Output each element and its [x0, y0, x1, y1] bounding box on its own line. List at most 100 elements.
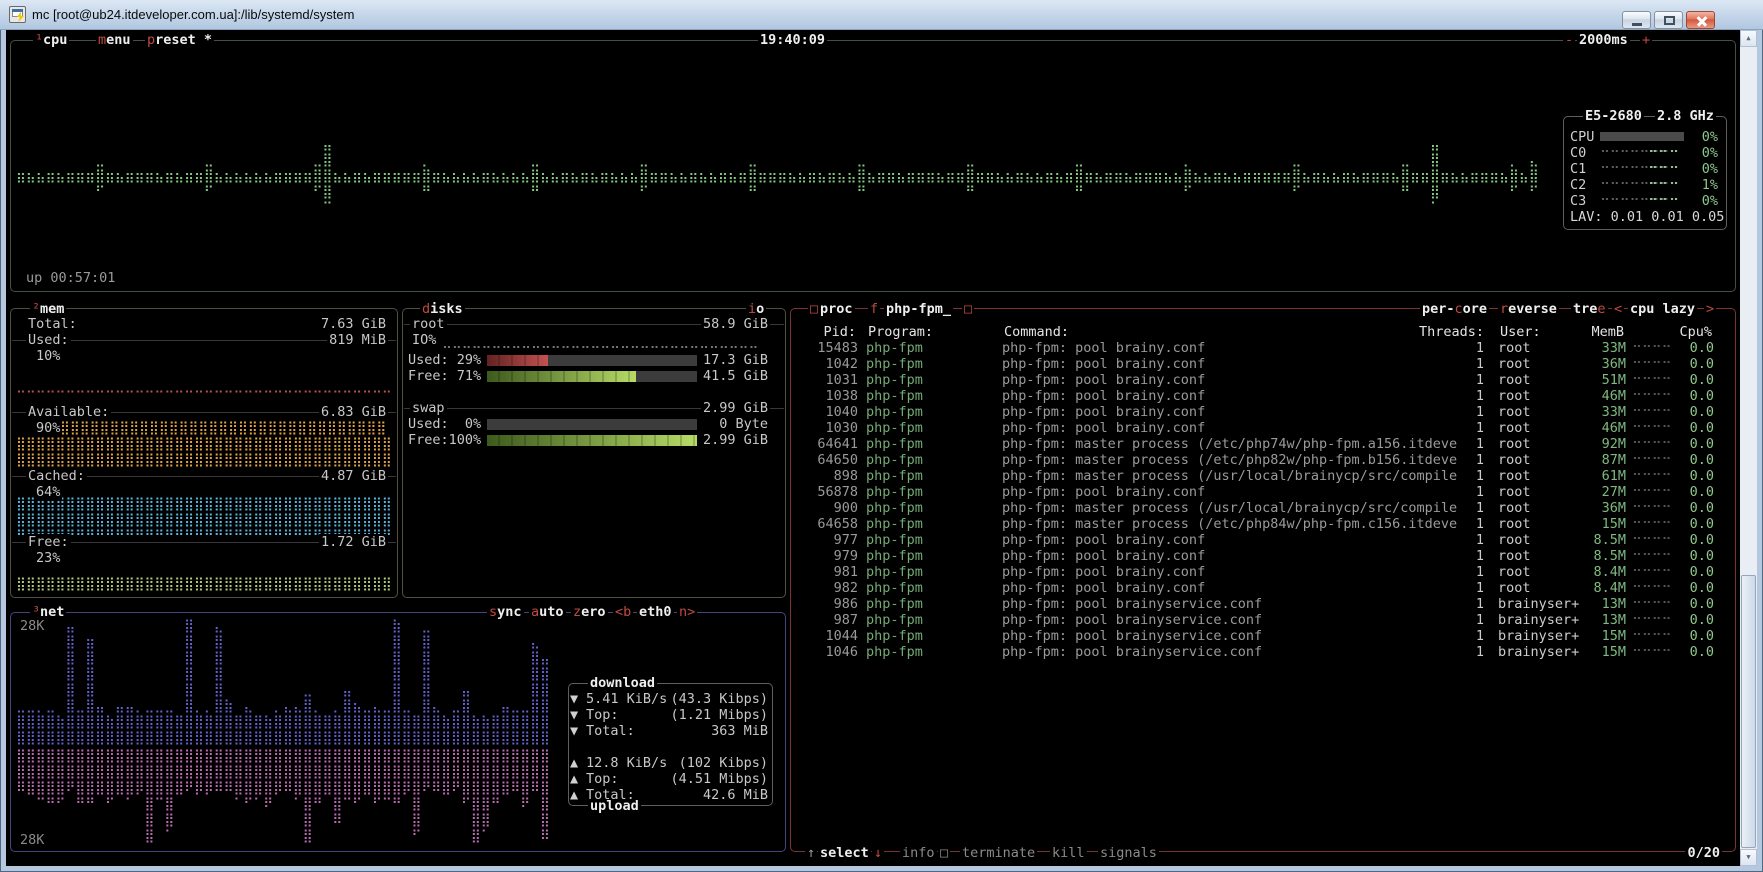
disk-size: 58.9 GiB [701, 316, 770, 332]
disk-meter-label: Used: 0% [408, 416, 481, 432]
process-mem: 92M [1602, 436, 1626, 452]
mem-stat-label: Free: [26, 534, 71, 550]
process-threads: 1 [1476, 468, 1484, 484]
process-pid: 982 [834, 580, 858, 596]
process-mem: 46M [1602, 420, 1626, 436]
net-zero-button[interactable]: zero [571, 604, 608, 620]
column-header-command[interactable]: Command: [1002, 324, 1071, 340]
preset-button[interactable]: preset * [145, 32, 214, 48]
sort-next-button[interactable]: > [1704, 301, 1716, 317]
process-user: root [1498, 500, 1531, 516]
process-mem-meter: ⠒⠒⠒⠒ [1632, 436, 1672, 452]
process-mem: 13M [1602, 612, 1626, 628]
column-header-threads[interactable]: Threads: [1417, 324, 1486, 340]
net-sync-button[interactable]: sync [487, 604, 524, 620]
process-threads: 1 [1476, 628, 1484, 644]
process-mem-meter: ⠒⠒⠒⠒ [1632, 532, 1672, 548]
column-header-user[interactable]: User: [1498, 324, 1543, 340]
scrollbar-up-arrow[interactable]: ▲ [1740, 30, 1757, 47]
disks-box-title: disks [420, 301, 465, 317]
process-pid: 979 [834, 548, 858, 564]
mem-stat-label: Total: [26, 316, 79, 332]
process-command: php-fpm: pool brainy.conf [1002, 484, 1205, 500]
scroll-up-icon[interactable]: ↑ [805, 845, 817, 861]
mem-box [10, 308, 398, 598]
disk-meter [487, 419, 697, 430]
column-header-program[interactable]: Program: [866, 324, 935, 340]
process-command: php-fpm: pool brainy.conf [1002, 404, 1205, 420]
process-command: php-fpm: pool brainy.conf [1002, 340, 1205, 356]
net-interface-next[interactable]: n> [677, 604, 697, 620]
process-pid: 1040 [825, 404, 858, 420]
column-header-cpu[interactable]: Cpu% [1677, 324, 1714, 340]
process-user: root [1498, 420, 1531, 436]
mem-box-title: mem [38, 301, 66, 317]
interval-decrease-button[interactable]: - [1563, 32, 1575, 48]
process-user: brainyser+ [1498, 644, 1579, 660]
disk-meter-value: 2.99 GiB [701, 432, 770, 448]
process-mem: 15M [1602, 644, 1626, 660]
signals-button[interactable]: signals [1098, 845, 1159, 861]
process-program: php-fpm [866, 340, 923, 356]
disk-meter [487, 435, 697, 446]
net-interface: eth0 [637, 604, 674, 620]
scroll-down-icon[interactable]: ↓ [872, 845, 884, 861]
kill-button[interactable]: kill [1050, 845, 1087, 861]
process-user: root [1498, 404, 1531, 420]
process-filter-input[interactable]: php-fpm_ [884, 301, 953, 317]
process-pid: 900 [834, 500, 858, 516]
process-mem-meter: ⠒⠒⠒⠒ [1632, 372, 1672, 388]
filter-clear-button[interactable]: □ [962, 301, 974, 317]
process-mem-meter: ⠒⠒⠒⠒ [1632, 356, 1672, 372]
process-threads: 1 [1476, 388, 1484, 404]
net-interface-prev[interactable]: <b [613, 604, 633, 620]
process-program: php-fpm [866, 644, 923, 660]
cpu-model: E5-2680 [1583, 108, 1644, 124]
cpu-frequency: 2.8 GHz [1655, 108, 1716, 124]
process-cpu: 0.0 [1690, 452, 1714, 468]
process-pid: 64650 [817, 452, 858, 468]
per-core-toggle[interactable]: per-core [1420, 301, 1489, 317]
process-mem: 8.4M [1593, 580, 1626, 596]
process-threads: 1 [1476, 644, 1484, 660]
disk-size: 2.99 GiB [701, 400, 770, 416]
sort-prev-button[interactable]: < [1612, 301, 1624, 317]
process-cpu: 0.0 [1690, 484, 1714, 500]
reverse-toggle[interactable]: reverse [1498, 301, 1559, 317]
download-arrow-icon: ▼ [570, 723, 578, 739]
tree-toggle[interactable]: tree [1571, 301, 1608, 317]
process-cpu: 0.0 [1690, 388, 1714, 404]
process-threads: 1 [1476, 452, 1484, 468]
interval-increase-button[interactable]: + [1640, 32, 1652, 48]
terminate-button[interactable]: terminate [960, 845, 1037, 861]
process-cpu: 0.0 [1690, 436, 1714, 452]
process-mem-meter: ⠒⠒⠒⠒ [1632, 404, 1672, 420]
process-threads: 1 [1476, 580, 1484, 596]
process-user: brainyser+ [1498, 596, 1579, 612]
process-mem: 51M [1602, 372, 1626, 388]
process-pid: 56878 [817, 484, 858, 500]
info-button[interactable]: info [900, 845, 937, 861]
process-threads: 1 [1476, 564, 1484, 580]
process-command: php-fpm: pool brainy.conf [1002, 548, 1205, 564]
process-program: php-fpm [866, 532, 923, 548]
disks-io-toggle[interactable]: io [746, 301, 766, 317]
column-header-memb[interactable]: MemB [1589, 324, 1626, 340]
disk-name: swap [410, 400, 447, 416]
process-user: root [1498, 436, 1531, 452]
cpu-box [10, 40, 1736, 292]
column-header-pid[interactable]: Pid: [821, 324, 858, 340]
process-mem-meter: ⠒⠒⠒⠒ [1632, 548, 1672, 564]
net-auto-button[interactable]: auto [529, 604, 566, 620]
disk-meter-label: Used: 29% [408, 352, 481, 368]
process-pid: 64641 [817, 436, 858, 452]
cpu-meter-value: 0% [1702, 129, 1718, 145]
scrollbar-thumb[interactable] [1741, 575, 1756, 848]
menu-button[interactable]: menu [96, 32, 133, 48]
scrollbar-down-arrow[interactable]: ▼ [1740, 849, 1757, 866]
cpu-box-title: cpu [41, 32, 69, 48]
process-mem: 27M [1602, 484, 1626, 500]
mem-stat-value: 7.63 GiB [319, 316, 388, 332]
process-cpu: 0.0 [1690, 580, 1714, 596]
process-count: 0/20 [1685, 845, 1722, 861]
